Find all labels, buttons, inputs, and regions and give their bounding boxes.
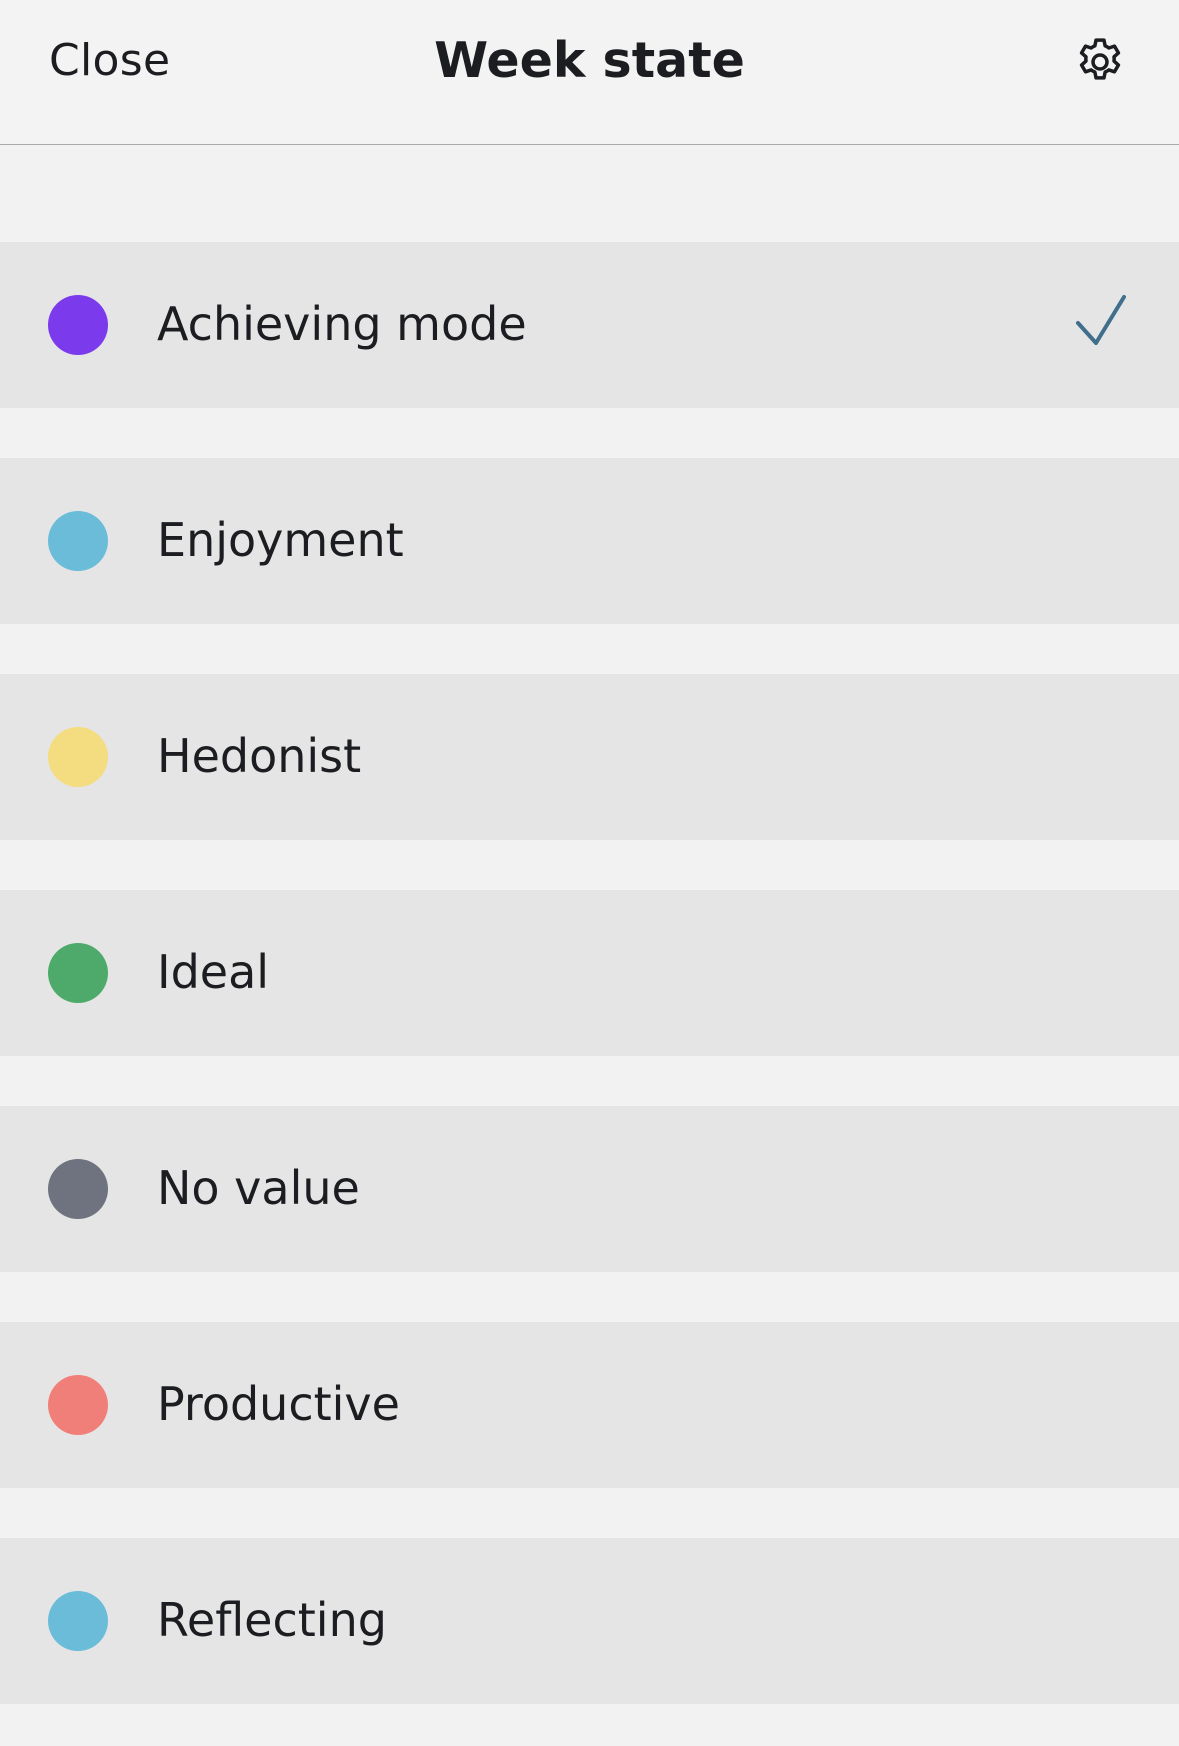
item-label: Achieving mode <box>157 297 527 351</box>
list-item-enjoyment[interactable]: Enjoyment <box>0 458 1179 624</box>
list-item-achieving-mode[interactable]: Achieving mode <box>0 242 1179 408</box>
list-item-productive[interactable]: Productive <box>0 1322 1179 1488</box>
color-dot <box>48 727 108 787</box>
item-label: Reflecting <box>157 1593 387 1647</box>
item-label: Enjoyment <box>157 513 404 567</box>
gear-icon[interactable] <box>1072 34 1128 90</box>
list-item-hedonist[interactable]: Hedonist <box>0 674 1179 840</box>
color-dot <box>48 1159 108 1219</box>
checkmark-icon <box>1074 292 1128 350</box>
list-item-ideal[interactable]: Ideal <box>0 890 1179 1056</box>
nav-header: Close Week state <box>0 0 1179 145</box>
page-title: Week state <box>434 32 745 89</box>
item-label: Productive <box>157 1377 400 1431</box>
item-label: No value <box>157 1161 360 1215</box>
list-item-reflecting[interactable]: Reflecting <box>0 1538 1179 1704</box>
color-dot <box>48 295 108 355</box>
item-label: Ideal <box>157 945 270 999</box>
color-dot <box>48 1375 108 1435</box>
color-dot <box>48 943 108 1003</box>
list-item-no-value[interactable]: No value <box>0 1106 1179 1272</box>
color-dot <box>48 511 108 571</box>
item-label: Hedonist <box>157 729 362 783</box>
color-dot <box>48 1591 108 1651</box>
